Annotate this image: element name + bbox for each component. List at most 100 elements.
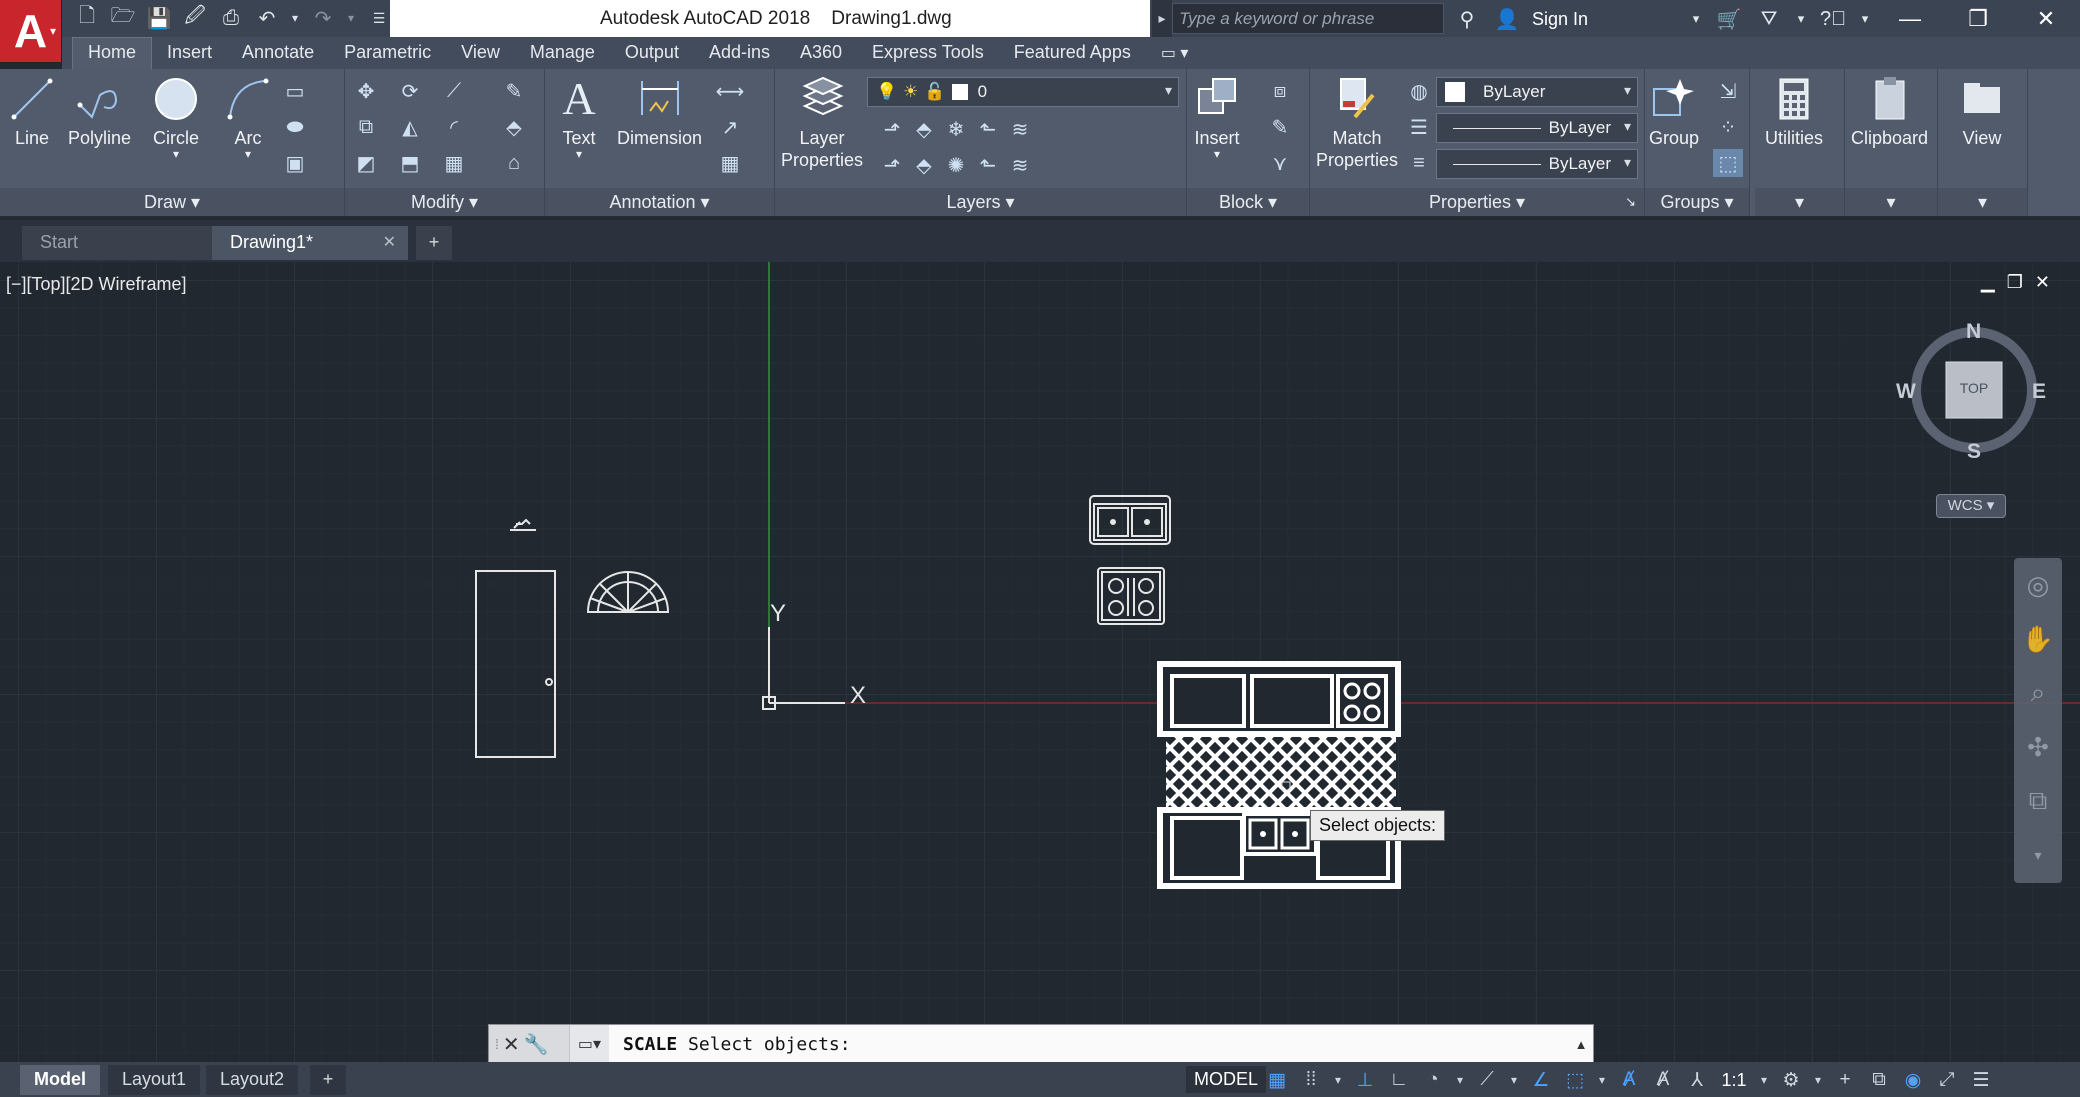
clipboard-button[interactable]: Clipboard bbox=[1851, 75, 1928, 149]
workspace-dropdown-icon[interactable]: ▾ bbox=[1810, 1065, 1826, 1095]
grip-handle-icon[interactable]: ⁞ bbox=[495, 1036, 499, 1052]
application-menu-button[interactable]: A ▾ bbox=[0, 0, 62, 62]
clean-screen-icon[interactable]: ⤢ bbox=[1932, 1065, 1962, 1095]
tab-a360[interactable]: A360 bbox=[785, 38, 857, 69]
command-input[interactable]: SCALE Select objects: bbox=[609, 1034, 1569, 1055]
tab-output[interactable]: Output bbox=[610, 38, 694, 69]
save-as-icon[interactable]: 🖉 bbox=[180, 4, 210, 32]
match-properties-button[interactable]: Match Properties bbox=[1316, 75, 1398, 171]
explode-icon[interactable]: ⬘ bbox=[499, 113, 529, 141]
text-button[interactable]: A Text ▾ bbox=[555, 75, 603, 161]
panel-launcher-icon[interactable]: ↘ bbox=[1625, 188, 1636, 216]
lineweight-icon[interactable]: ☰ bbox=[1404, 113, 1434, 141]
snap-icon[interactable]: ⁞⁞ bbox=[1296, 1065, 1326, 1095]
layer-properties-button[interactable]: Layer Properties bbox=[781, 75, 863, 171]
redo-icon[interactable]: ↷ bbox=[308, 4, 338, 32]
layout2-tab[interactable]: Layout2 bbox=[206, 1065, 299, 1095]
dynamic-input-icon[interactable]: ⊥ bbox=[1350, 1065, 1380, 1095]
annotation-panel-title[interactable]: Annotation ▾ bbox=[545, 188, 774, 216]
binoculars-icon[interactable]: ⚲ bbox=[1452, 5, 1482, 33]
layer-isolate-icon[interactable]: ⬘ bbox=[909, 115, 939, 143]
showmotion-icon[interactable]: ⧉ bbox=[2014, 774, 2062, 828]
workspace-gear-icon[interactable]: ⚙ bbox=[1776, 1065, 1806, 1095]
linetype-icon[interactable]: ≡ bbox=[1404, 149, 1434, 177]
close-icon[interactable]: ✕ bbox=[2012, 0, 2080, 37]
new-layout-icon[interactable]: + bbox=[310, 1065, 346, 1095]
customization-menu-icon[interactable]: ☰ bbox=[1966, 1065, 1996, 1095]
layer-walk-icon[interactable]: ≋ bbox=[1005, 151, 1035, 179]
scale-icon[interactable]: ⬒ bbox=[395, 149, 425, 177]
mirror-icon[interactable]: ◭ bbox=[395, 113, 425, 141]
linetype-dropdown[interactable]: ByLayer ▾ bbox=[1436, 113, 1638, 143]
linear-dimension-icon[interactable]: ⟷ bbox=[715, 77, 745, 105]
save-icon[interactable]: 💾 bbox=[144, 4, 174, 32]
help-icon[interactable]: ?⃝ bbox=[1818, 5, 1848, 33]
create-block-icon[interactable]: ⧈ bbox=[1265, 77, 1295, 105]
view-button[interactable]: View bbox=[1958, 75, 2006, 149]
snap-dropdown-icon[interactable]: ▾ bbox=[1330, 1065, 1346, 1095]
group-button[interactable]: Group bbox=[1649, 75, 1699, 149]
view-expand-icon[interactable]: ▾ bbox=[1938, 188, 2027, 216]
ungroup-icon[interactable]: ⇲ bbox=[1713, 77, 1743, 105]
osnap-dropdown-icon[interactable]: ▾ bbox=[1594, 1065, 1610, 1095]
table-icon[interactable]: ▦ bbox=[715, 149, 745, 177]
object-snap-tracking-icon[interactable]: ∠ bbox=[1526, 1065, 1556, 1095]
layers-panel-title[interactable]: Layers ▾ bbox=[775, 188, 1186, 216]
sign-in-dropdown-icon[interactable]: ▾ bbox=[1688, 5, 1704, 33]
restore-icon[interactable]: ❐ bbox=[1944, 0, 2012, 37]
layer-unlock-icon[interactable]: ⬑ bbox=[973, 151, 1003, 179]
isodraft-icon[interactable]: ⟋ bbox=[1472, 1065, 1502, 1095]
annotation-monitor-icon[interactable]: + bbox=[1830, 1065, 1860, 1095]
polyline-button[interactable]: Polyline bbox=[68, 75, 131, 149]
array-icon[interactable]: ▦ bbox=[439, 149, 469, 177]
compass-north[interactable]: N bbox=[1966, 320, 1981, 344]
layer-freeze-icon[interactable]: ❄ bbox=[941, 115, 971, 143]
tab-manage[interactable]: Manage bbox=[515, 38, 610, 69]
layer-lock-icon[interactable]: ⬑ bbox=[973, 115, 1003, 143]
kitchen-layout-object[interactable] bbox=[1157, 661, 1401, 889]
compass-south[interactable]: S bbox=[1967, 440, 1981, 464]
color-wheel-icon[interactable]: ◍ bbox=[1404, 77, 1434, 105]
arc-button[interactable]: Arc ▾ bbox=[224, 75, 272, 160]
group-edit-icon[interactable]: ⁘ bbox=[1713, 113, 1743, 141]
sign-in-link[interactable]: Sign In bbox=[1532, 9, 1588, 30]
double-sink-object[interactable] bbox=[1089, 495, 1171, 545]
insert-dropdown-icon[interactable]: ▾ bbox=[1214, 148, 1220, 160]
small-block-object[interactable] bbox=[510, 518, 536, 531]
undo-icon[interactable]: ↶ bbox=[252, 4, 282, 32]
scale-dropdown-icon[interactable]: ▾ bbox=[1756, 1065, 1772, 1095]
autodesk-exchange-icon[interactable]: ⛛ bbox=[1754, 5, 1784, 33]
search-expand-icon[interactable]: ▸ bbox=[1152, 0, 1172, 37]
insert-button[interactable]: Insert ▾ bbox=[1193, 75, 1241, 160]
navbar-customize-icon[interactable]: ▾ bbox=[2014, 828, 2062, 882]
layer-make-current-icon[interactable]: ⬏ bbox=[877, 151, 907, 179]
stove-object[interactable] bbox=[1097, 567, 1165, 625]
new-tab-icon[interactable]: + bbox=[416, 226, 452, 260]
drawing-canvas[interactable]: [−][Top][2D Wireframe] ▁ ❐ ✕ Y X Select … bbox=[0, 262, 2080, 1062]
polar-tracking-icon[interactable]: ◔ bbox=[1418, 1065, 1448, 1095]
cart-icon[interactable]: 🛒 bbox=[1714, 5, 1744, 33]
offset-icon[interactable]: ⌂ bbox=[499, 149, 529, 177]
tab-insert[interactable]: Insert bbox=[152, 38, 227, 69]
move-icon[interactable]: ✥ bbox=[351, 77, 381, 105]
utilities-expand-icon[interactable]: ▾ bbox=[1755, 188, 1844, 216]
tab-view[interactable]: View bbox=[446, 38, 515, 69]
circle-dropdown-icon[interactable]: ▾ bbox=[173, 148, 179, 160]
copy-icon[interactable]: ⧉ bbox=[351, 113, 381, 141]
new-file-icon[interactable]: 🗋 bbox=[72, 4, 102, 32]
annotation-scale-value[interactable]: 1:1 bbox=[1716, 1065, 1752, 1095]
object-snap-icon[interactable]: ⬚ bbox=[1560, 1065, 1590, 1095]
properties-panel-title[interactable]: Properties ▾ ↘ bbox=[1310, 188, 1644, 216]
drawing-tab[interactable]: Drawing1* ✕ bbox=[212, 226, 408, 260]
hatch-icon[interactable]: ⬬ bbox=[280, 113, 310, 141]
rectangle-icon[interactable]: ▭ bbox=[280, 77, 310, 105]
lineweight-dropdown[interactable]: ByLayer ▾ bbox=[1436, 149, 1638, 179]
isodraft-dropdown-icon[interactable]: ▾ bbox=[1506, 1065, 1522, 1095]
redo-dropdown-icon[interactable]: ▾ bbox=[344, 4, 358, 32]
plot-icon[interactable]: ⎙ bbox=[216, 4, 246, 32]
model-space-toggle[interactable]: MODEL bbox=[1186, 1066, 1267, 1093]
layer-dropdown[interactable]: 💡 ☀ 🔓 0 ▾ bbox=[867, 77, 1179, 107]
command-history-icon[interactable]: ▲ bbox=[1569, 1037, 1593, 1052]
annotation-scale-icon[interactable]: ⅄ bbox=[1682, 1065, 1712, 1095]
tab-add-ins[interactable]: Add-ins bbox=[694, 38, 785, 69]
